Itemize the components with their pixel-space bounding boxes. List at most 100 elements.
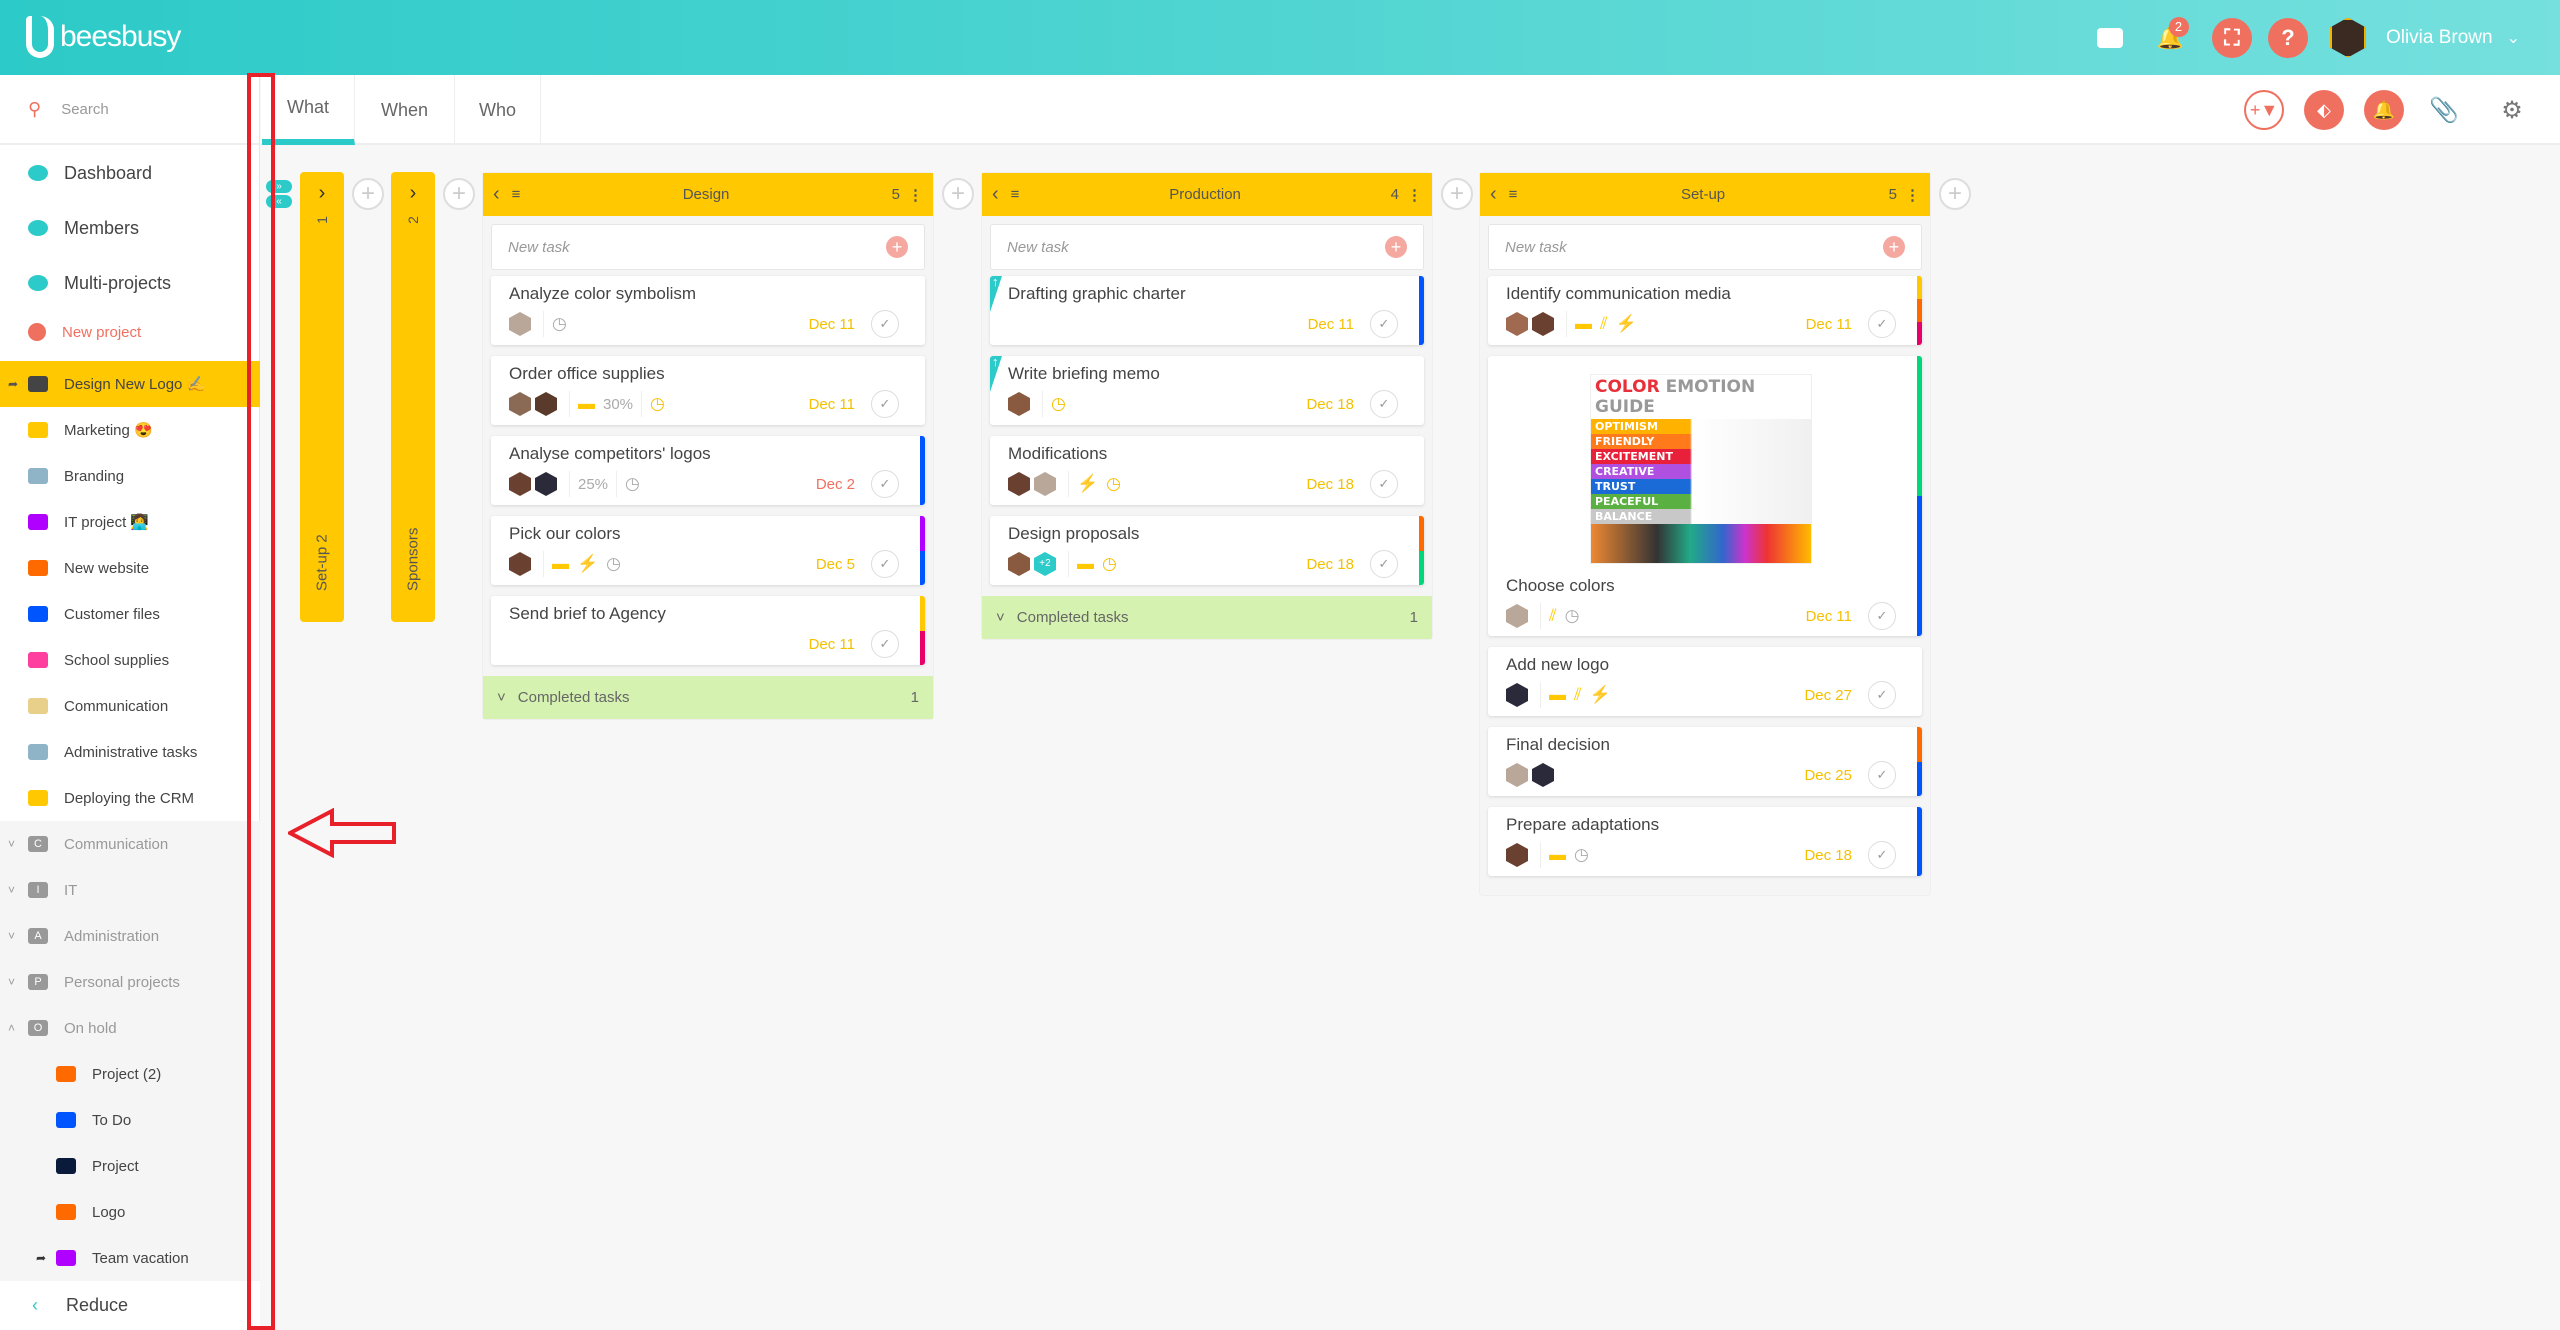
task-card[interactable]: Final decision Dec 25 ✓: [1488, 727, 1922, 796]
complete-task-button[interactable]: ✓: [1370, 470, 1398, 498]
sidebar-project[interactable]: School supplies: [0, 637, 260, 683]
complete-task-button[interactable]: ✓: [871, 470, 899, 498]
kebab-menu-icon[interactable]: ⋮: [908, 186, 923, 204]
new-project-button[interactable]: New project: [0, 309, 260, 355]
sidebar-project[interactable]: Customer files: [0, 591, 260, 637]
task-card[interactable]: COLOR EMOTION GUIDE OPTIMISM FRIENDLY EXCIT…: [1488, 356, 1922, 636]
sort-icon[interactable]: ≡: [1509, 186, 1518, 203]
complete-task-button[interactable]: ✓: [1868, 602, 1896, 630]
complete-task-button[interactable]: ✓: [1868, 761, 1896, 789]
task-card[interactable]: Modifications ⚡ ◷ Dec 18 ✓: [990, 436, 1424, 505]
task-card[interactable]: Add new logo ▬ ⫽ ⚡ Dec 27 ✓: [1488, 647, 1922, 716]
tab-what[interactable]: What: [262, 75, 355, 145]
sidebar-item-multi-projects[interactable]: Multi-projects: [0, 260, 260, 306]
task-card[interactable]: ↑ Write briefing memo ◷ Dec 18 ✓: [990, 356, 1424, 425]
sort-icon[interactable]: ≡: [512, 186, 521, 203]
collapsed-column[interactable]: › 1 Set-up 2: [300, 172, 344, 622]
sidebar-project[interactable]: Marketing 😍: [0, 407, 260, 453]
sidebar-folder[interactable]: ˅ P Personal projects: [0, 959, 260, 1005]
completed-tasks-toggle[interactable]: ˅ Completed tasks 1: [982, 596, 1432, 639]
complete-task-button[interactable]: ✓: [1370, 310, 1398, 338]
task-card[interactable]: Order office supplies ▬ 30% ◷ Dec 11 ✓: [491, 356, 925, 425]
sidebar-project[interactable]: ➦ Team vacation: [0, 1235, 260, 1281]
collapse-column-icon[interactable]: ‹: [493, 183, 500, 206]
add-column-button[interactable]: +: [1939, 178, 1971, 210]
notifications-button[interactable]: 🔔 2: [2157, 16, 2189, 51]
tab-who[interactable]: Who: [455, 75, 541, 145]
user-name[interactable]: Olivia Brown: [2386, 27, 2493, 49]
task-card[interactable]: Prepare adaptations ▬ ◷ Dec 18 ✓: [1488, 807, 1922, 876]
task-card[interactable]: Send brief to Agency Dec 11 ✓: [491, 596, 925, 665]
chevron-up-icon[interactable]: ˄: [8, 1021, 15, 1035]
complete-task-button[interactable]: ✓: [1868, 841, 1896, 869]
chevron-down-icon[interactable]: ˅: [8, 837, 15, 851]
user-avatar[interactable]: [2329, 17, 2366, 58]
add-column-button[interactable]: +: [352, 178, 384, 210]
task-card[interactable]: Analyse competitors' logos 25% ◷ Dec 2 ✓: [491, 436, 925, 505]
attachment-image-color-emotion-guide[interactable]: COLOR EMOTION GUIDE OPTIMISM FRIENDLY EXCIT…: [1590, 374, 1812, 564]
sidebar-project[interactable]: Project: [0, 1143, 260, 1189]
task-card[interactable]: ↑ Drafting graphic charter Dec 11 ✓: [990, 276, 1424, 345]
sidebar-project[interactable]: Branding: [0, 453, 260, 499]
collapse-column-icon[interactable]: ‹: [992, 183, 999, 206]
task-card[interactable]: Analyze color symbolism ◷ Dec 11 ✓: [491, 276, 925, 345]
tab-when[interactable]: When: [355, 75, 455, 145]
sidebar-project[interactable]: Project (2): [0, 1051, 260, 1097]
complete-task-button[interactable]: ✓: [1868, 310, 1896, 338]
collapsed-column[interactable]: › 2 Sponsors: [391, 172, 435, 622]
add-task-button[interactable]: +: [1385, 236, 1407, 258]
sidebar-project[interactable]: Deploying the CRM: [0, 775, 260, 821]
chevron-down-icon[interactable]: ˅: [8, 975, 15, 989]
sidebar-item-members[interactable]: Members: [0, 205, 260, 251]
sidebar-folder[interactable]: ˅ I IT: [0, 867, 260, 913]
fullscreen-button[interactable]: ⛶: [2211, 17, 2252, 58]
attachments-button[interactable]: 📎: [2424, 90, 2464, 130]
complete-task-button[interactable]: ✓: [871, 390, 899, 418]
completed-tasks-toggle[interactable]: ˅ Completed tasks 1: [483, 676, 933, 719]
kebab-menu-icon[interactable]: ⋮: [1407, 186, 1422, 204]
reduce-sidebar-button[interactable]: ‹ Reduce: [0, 1280, 260, 1330]
sidebar-folder[interactable]: ˅ C Communication: [0, 821, 260, 867]
complete-task-button[interactable]: ✓: [871, 310, 899, 338]
task-card[interactable]: Design proposals +2 ▬ ◷ Dec 18 ✓: [990, 516, 1424, 585]
reminders-button[interactable]: 🔔: [2364, 90, 2404, 130]
sidebar-project[interactable]: Logo: [0, 1189, 260, 1235]
sidebar-folder[interactable]: ˄ O On hold: [0, 1005, 260, 1051]
sort-icon[interactable]: ≡: [1011, 186, 1020, 203]
chat-icon[interactable]: [2096, 27, 2123, 48]
sidebar-folder[interactable]: ˅ A Administration: [0, 913, 260, 959]
complete-task-button[interactable]: ✓: [1370, 390, 1398, 418]
complete-task-button[interactable]: ✓: [871, 630, 899, 658]
search-input[interactable]: ⚲ Search: [0, 75, 259, 145]
tags-button[interactable]: ⬖: [2304, 90, 2344, 130]
sidebar-project[interactable]: To Do: [0, 1097, 260, 1143]
chevron-down-icon[interactable]: ˅: [8, 883, 15, 897]
add-column-button[interactable]: +: [1441, 178, 1473, 210]
add-task-button[interactable]: +: [886, 236, 908, 258]
new-task-input[interactable]: New task +: [990, 224, 1424, 270]
sidebar-project[interactable]: New website: [0, 545, 260, 591]
beesbusy-logo[interactable]: beesbusy: [26, 16, 181, 58]
new-task-input[interactable]: New task +: [491, 224, 925, 270]
sidebar-project[interactable]: ➦ Design New Logo ✍: [0, 361, 260, 407]
add-column-button[interactable]: +: [443, 178, 475, 210]
sidebar-item-dashboard[interactable]: Dashboard: [0, 150, 260, 196]
chevron-down-icon[interactable]: ˅: [8, 929, 15, 943]
add-filter-button[interactable]: +▼: [2244, 90, 2284, 130]
chevron-down-icon[interactable]: ⌄: [2507, 28, 2520, 48]
add-task-button[interactable]: +: [1883, 236, 1905, 258]
collapse-column-icon[interactable]: ‹: [1490, 183, 1497, 206]
add-column-button[interactable]: +: [942, 178, 974, 210]
sidebar-project[interactable]: IT project 👩‍💻: [0, 499, 260, 545]
complete-task-button[interactable]: ✓: [871, 550, 899, 578]
new-task-input[interactable]: New task +: [1488, 224, 1922, 270]
sidebar-project[interactable]: Communication: [0, 683, 260, 729]
task-card[interactable]: Pick our colors ▬ ⚡ ◷ Dec 5 ✓: [491, 516, 925, 585]
complete-task-button[interactable]: ✓: [1370, 550, 1398, 578]
task-card[interactable]: Identify communication media ▬ ⫽ ⚡ Dec 11 ✓: [1488, 276, 1922, 345]
help-button[interactable]: ?: [2267, 17, 2308, 58]
complete-task-button[interactable]: ✓: [1868, 681, 1896, 709]
settings-button[interactable]: ⚙: [2492, 90, 2532, 130]
sidebar-project[interactable]: Administrative tasks: [0, 729, 260, 775]
kebab-menu-icon[interactable]: ⋮: [1905, 186, 1920, 204]
